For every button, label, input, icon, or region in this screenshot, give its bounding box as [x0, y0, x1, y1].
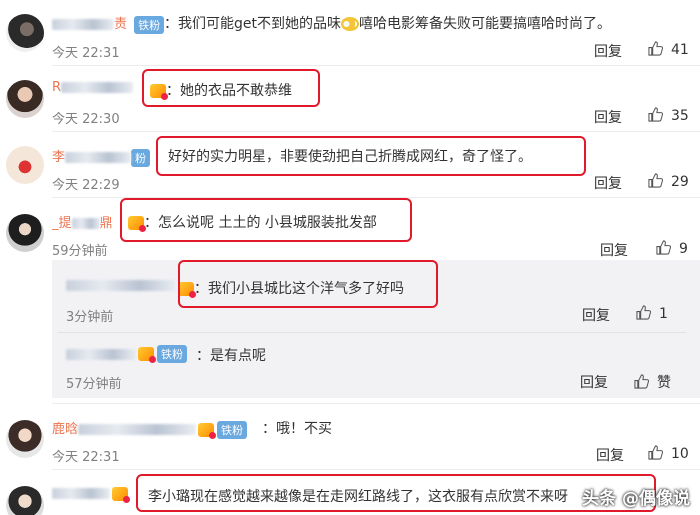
username[interactable] [52, 486, 130, 503]
blurred-name [66, 280, 176, 291]
blurred-name [52, 488, 110, 499]
username[interactable] [66, 278, 176, 293]
vip-icon [138, 347, 156, 363]
reply-button[interactable]: 回复 [594, 107, 622, 127]
comment-text: ：是有点呢 [196, 348, 266, 364]
comment-item: 责 铁粉 ：我们可能get不到她的品味 嘻哈电影筹备失败可能要搞嘻哈时尚了。 今天… [0, 0, 700, 66]
comment-time: 3分钟前 [66, 310, 114, 325]
like-button[interactable]: 29 [648, 173, 689, 190]
vip-icon [198, 422, 217, 439]
like-button[interactable]: 9 [656, 240, 688, 257]
thumbs-up-icon [648, 173, 664, 188]
avatar[interactable] [6, 486, 44, 515]
comment-item: _提鼎 ：怎么说呢 土土的 小县城服装批发部 59分钟前 回复 9 ：我们小县城… [0, 198, 700, 404]
highlight-box [156, 136, 586, 176]
comment-text: ：哦！不买 [262, 421, 332, 437]
reply-button[interactable]: 回复 [582, 305, 610, 325]
like-button[interactable]: 10 [648, 445, 689, 462]
comment-time: 57分钟前 [66, 377, 122, 392]
comment-text: ：我们可能get不到她的品味 嘻哈电影筹备失败可能要搞嘻哈时尚了。 [164, 16, 611, 32]
like-button[interactable]: 41 [648, 41, 689, 58]
username[interactable]: 铁粉 [66, 345, 187, 363]
thumbs-up-icon [656, 240, 672, 255]
reply-button[interactable]: 回复 [580, 372, 608, 392]
fan-badge: 粉 [131, 148, 151, 167]
sunglasses-emoji-icon [341, 17, 359, 31]
avatar[interactable] [6, 420, 44, 458]
username[interactable]: _提鼎 [52, 212, 113, 231]
like-button[interactable]: 赞 [634, 372, 671, 392]
fan-badge: 铁粉 [217, 420, 248, 439]
vip-icon [112, 486, 130, 503]
divider [58, 332, 686, 333]
fan-badge: 铁粉 [157, 345, 187, 363]
reply-button[interactable]: 回复 [600, 240, 628, 260]
fan-badge: 铁粉 [134, 15, 165, 34]
comment-time: 今天 22:29 [52, 178, 120, 193]
username[interactable]: R [52, 80, 134, 95]
blurred-name [78, 424, 197, 435]
comment-time: 今天 22:31 [52, 450, 120, 465]
blurred-name [61, 82, 134, 93]
avatar[interactable] [6, 14, 44, 52]
like-button[interactable]: 1 [636, 305, 668, 322]
comment-item: 李粉 好好的实力明星，非要使劲把自己折腾成网红，奇了怪了。 今天 22:29 回… [0, 132, 700, 198]
blurred-name [52, 19, 114, 30]
username[interactable]: 鹿晗 铁粉 [52, 418, 248, 439]
thumbs-up-icon [648, 445, 664, 460]
avatar[interactable] [6, 146, 44, 184]
comment-time: 59分钟前 [52, 244, 108, 259]
reply-button[interactable]: 回复 [594, 41, 622, 61]
comment-time: 今天 22:31 [52, 46, 120, 61]
avatar[interactable] [6, 80, 44, 118]
reply-button[interactable]: 回复 [594, 173, 622, 193]
thumbs-up-icon [634, 374, 650, 389]
blurred-name [65, 152, 132, 163]
highlight-box [136, 474, 656, 512]
comment-time: 今天 22:30 [52, 112, 120, 127]
thumbs-up-icon [648, 41, 664, 56]
thumbs-up-icon [636, 305, 652, 320]
highlight-box [178, 260, 438, 308]
reply-button[interactable]: 回复 [596, 445, 624, 465]
thumbs-up-icon [648, 107, 664, 122]
username[interactable]: 李粉 [52, 146, 151, 167]
comment-item: 鹿晗 铁粉 ：哦！不买 今天 22:31 回复 10 [0, 404, 700, 470]
blurred-name [71, 218, 100, 229]
avatar[interactable] [6, 214, 44, 252]
highlight-box [120, 198, 412, 242]
like-button[interactable]: 35 [648, 107, 689, 124]
blurred-name [66, 348, 136, 360]
highlight-box [142, 69, 320, 107]
watermark: 头条 @偶像说 [582, 489, 690, 509]
nested-replies: ：我们小县城比这个洋气多了好吗 3分钟前 回复 1 铁粉 ：是有点呢 57分钟前… [52, 260, 700, 398]
comment-item: R ：她的衣品不敢恭维 今天 22:30 回复 35 [0, 66, 700, 132]
username[interactable]: 责 铁粉 [52, 13, 165, 34]
